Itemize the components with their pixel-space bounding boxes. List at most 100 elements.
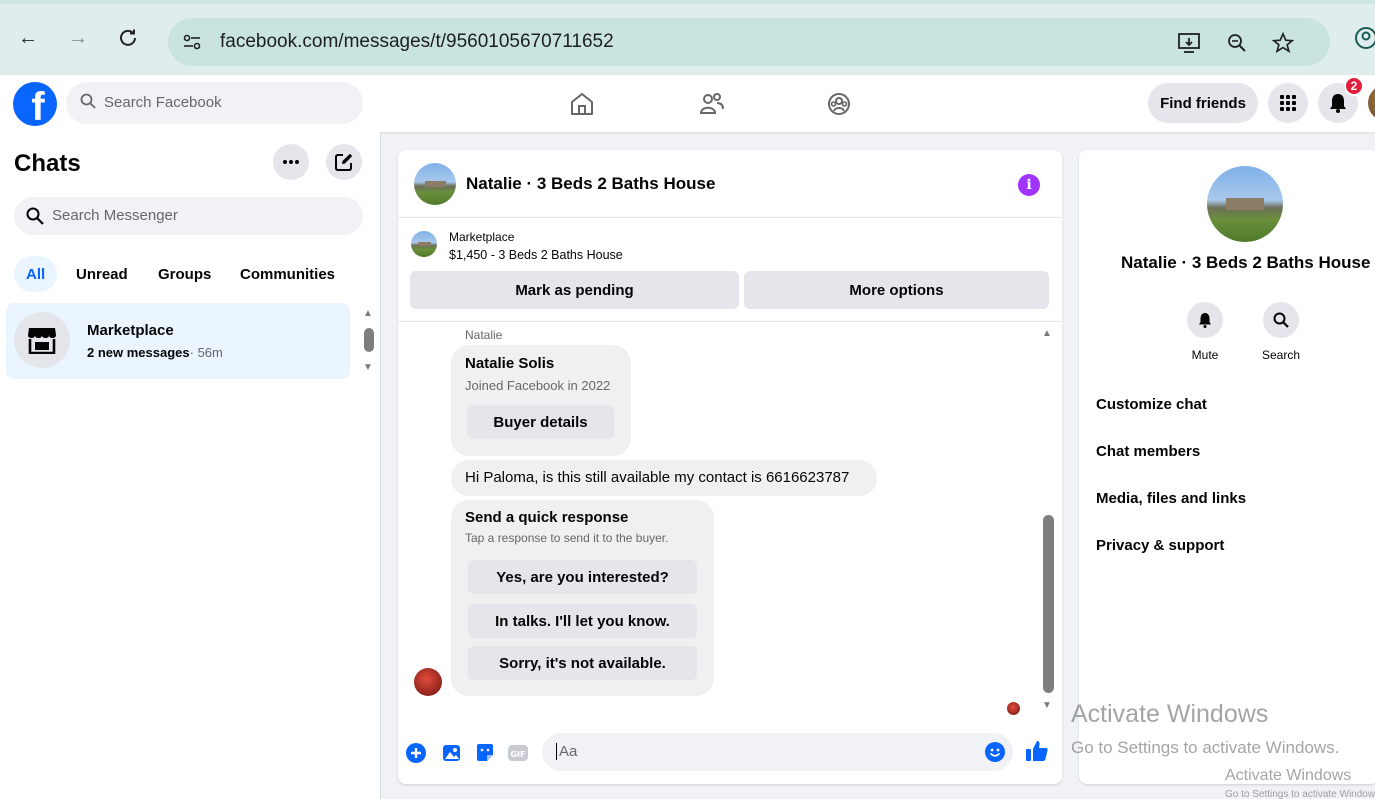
site-settings-icon[interactable] bbox=[178, 28, 206, 56]
sender-label: Natalie bbox=[465, 328, 503, 342]
address-bar[interactable]: facebook.com/messages/t/9560105670711652 bbox=[168, 18, 1330, 66]
quick-response-not-available[interactable]: Sorry, it's not available. bbox=[468, 646, 697, 680]
message-input-placeholder: Aa bbox=[556, 743, 577, 760]
message-composer: GIF Aa bbox=[398, 730, 1062, 780]
more-dots-icon bbox=[283, 160, 299, 164]
quick-response-subtitle: Tap a response to send it to the buyer. bbox=[465, 531, 669, 545]
quick-response-in-talks[interactable]: In talks. I'll let you know. bbox=[468, 604, 697, 638]
filter-communities[interactable]: Communities bbox=[228, 256, 347, 292]
more-options-button[interactable]: More options bbox=[744, 271, 1049, 309]
search-icon bbox=[1273, 312, 1289, 328]
activate-windows-subtitle: Go to Settings to activate Windows. bbox=[1071, 738, 1340, 757]
listing-profile-photo[interactable] bbox=[1207, 166, 1283, 242]
scroll-up-arrow-icon[interactable]: ▲ bbox=[363, 308, 375, 319]
add-plus-icon[interactable] bbox=[404, 741, 428, 765]
menu-grid-icon[interactable] bbox=[1268, 83, 1308, 123]
chat-members-link[interactable]: Chat members bbox=[1096, 443, 1200, 460]
compose-icon bbox=[335, 153, 353, 171]
conversation-title[interactable]: Natalie · 3 Beds 2 Baths House bbox=[466, 174, 715, 194]
chat-preview: 2 new messages· 56m bbox=[87, 345, 223, 360]
chat-item-marketplace[interactable]: Marketplace 2 new messages· 56m bbox=[6, 303, 350, 379]
emoji-icon[interactable] bbox=[985, 742, 1005, 762]
quick-response-card: Send a quick response Tap a response to … bbox=[451, 500, 714, 696]
conversation-panel: Natalie · 3 Beds 2 Baths House i Marketp… bbox=[398, 150, 1062, 784]
info-icon[interactable]: i bbox=[1018, 174, 1040, 196]
new-message-button[interactable] bbox=[326, 144, 362, 180]
buyer-name: Natalie Solis bbox=[465, 355, 555, 372]
notification-badge: 2 bbox=[1344, 76, 1364, 96]
filter-unread[interactable]: Unread bbox=[64, 256, 140, 292]
facebook-header: f Search Facebook Find friends 2 bbox=[0, 75, 1375, 132]
search-icon bbox=[26, 207, 44, 230]
groups-icon[interactable] bbox=[822, 87, 856, 121]
photo-icon[interactable] bbox=[440, 741, 464, 765]
quick-response-interested[interactable]: Yes, are you interested? bbox=[468, 560, 697, 594]
marketplace-store-icon bbox=[28, 328, 56, 354]
listing-thumbnail[interactable] bbox=[411, 231, 437, 257]
profile-icon[interactable] bbox=[1352, 24, 1375, 52]
mark-as-pending-button[interactable]: Mark as pending bbox=[410, 271, 739, 309]
forward-icon[interactable]: → bbox=[64, 24, 92, 52]
home-icon[interactable] bbox=[565, 87, 599, 121]
sender-avatar[interactable] bbox=[414, 668, 442, 696]
chat-name: Marketplace bbox=[87, 322, 174, 339]
messenger-search-placeholder: Search Messenger bbox=[52, 207, 178, 224]
reload-icon[interactable] bbox=[114, 24, 142, 52]
svg-text:GIF: GIF bbox=[510, 750, 525, 759]
activate-windows-subtitle-2: Go to Settings to activate Windows. bbox=[1225, 789, 1375, 799]
scroll-down-arrow-icon[interactable]: ▼ bbox=[1042, 700, 1052, 711]
mute-label: Mute bbox=[1191, 348, 1219, 362]
like-thumb-icon[interactable] bbox=[1025, 739, 1049, 763]
messenger-search-input[interactable]: Search Messenger bbox=[14, 197, 363, 235]
message-thread: Natalie Natalie Solis Joined Facebook in… bbox=[398, 322, 1062, 720]
activate-windows-title: Activate Windows bbox=[1071, 700, 1269, 728]
buyer-joined: Joined Facebook in 2022 bbox=[465, 378, 611, 393]
activate-windows-title-2: Activate Windows bbox=[1225, 767, 1352, 784]
filter-all[interactable]: All bbox=[14, 256, 58, 292]
scroll-up-arrow-icon[interactable]: ▲ bbox=[1042, 328, 1052, 339]
search-action[interactable]: Search bbox=[1246, 302, 1316, 362]
find-friends-button[interactable]: Find friends bbox=[1148, 83, 1258, 123]
bookmark-star-icon[interactable] bbox=[1270, 30, 1296, 56]
listing-label: Marketplace bbox=[449, 230, 515, 244]
bell-icon bbox=[1199, 313, 1211, 328]
listing-price[interactable]: $1,450 - 3 Beds 2 Baths House bbox=[449, 248, 623, 262]
message-bubble: Hi Paloma, is this still available my co… bbox=[451, 460, 877, 496]
message-text: Hi Paloma, is this still available my co… bbox=[465, 469, 850, 486]
chat-options-button[interactable] bbox=[273, 144, 309, 180]
mute-action[interactable]: Mute bbox=[1170, 302, 1240, 362]
facebook-logo-icon[interactable]: f bbox=[13, 82, 57, 126]
marketplace-avatar bbox=[14, 312, 70, 368]
url-text[interactable]: facebook.com/messages/t/9560105670711652 bbox=[220, 31, 614, 53]
filter-groups[interactable]: Groups bbox=[146, 256, 223, 292]
search-placeholder: Search Facebook bbox=[104, 94, 222, 111]
chats-sidebar: Chats Search Messenger All Unread Groups… bbox=[0, 132, 381, 799]
install-app-icon[interactable] bbox=[1176, 30, 1202, 56]
chat-time: · 56m bbox=[189, 345, 223, 360]
search-label: Search bbox=[1261, 348, 1301, 362]
privacy-support-link[interactable]: Privacy & support bbox=[1096, 537, 1224, 554]
thread-scrollbar-thumb[interactable] bbox=[1043, 515, 1054, 693]
gif-icon[interactable]: GIF bbox=[506, 741, 530, 765]
media-files-links-link[interactable]: Media, files and links bbox=[1096, 490, 1246, 507]
facebook-search-input[interactable]: Search Facebook bbox=[66, 82, 363, 124]
search-icon bbox=[80, 93, 96, 114]
scroll-down-arrow-icon[interactable]: ▼ bbox=[363, 362, 375, 373]
sticker-icon[interactable] bbox=[473, 741, 497, 765]
account-avatar[interactable] bbox=[1368, 85, 1375, 121]
chat-preview-text: 2 new messages bbox=[87, 345, 190, 360]
buyer-card: Natalie Solis Joined Facebook in 2022 Bu… bbox=[451, 345, 631, 456]
seen-indicator-avatar bbox=[1007, 702, 1020, 715]
browser-toolbar: ← → facebook.com/messages/t/956010567071… bbox=[0, 0, 1375, 75]
back-icon[interactable]: ← bbox=[14, 24, 42, 52]
customize-chat-link[interactable]: Customize chat bbox=[1096, 396, 1207, 413]
chat-info-panel: Natalie · 3 Beds 2 Baths House Mute Sear… bbox=[1079, 150, 1375, 784]
listing-photo[interactable] bbox=[414, 163, 456, 205]
sidebar-scrollbar-thumb[interactable] bbox=[364, 328, 374, 352]
friends-icon[interactable] bbox=[695, 87, 729, 121]
chats-title: Chats bbox=[14, 150, 81, 177]
zoom-icon[interactable] bbox=[1224, 30, 1250, 56]
message-input[interactable]: Aa bbox=[542, 733, 1013, 771]
listing-banner: Marketplace $1,450 - 3 Beds 2 Baths Hous… bbox=[398, 218, 1062, 322]
buyer-details-button[interactable]: Buyer details bbox=[467, 405, 614, 439]
